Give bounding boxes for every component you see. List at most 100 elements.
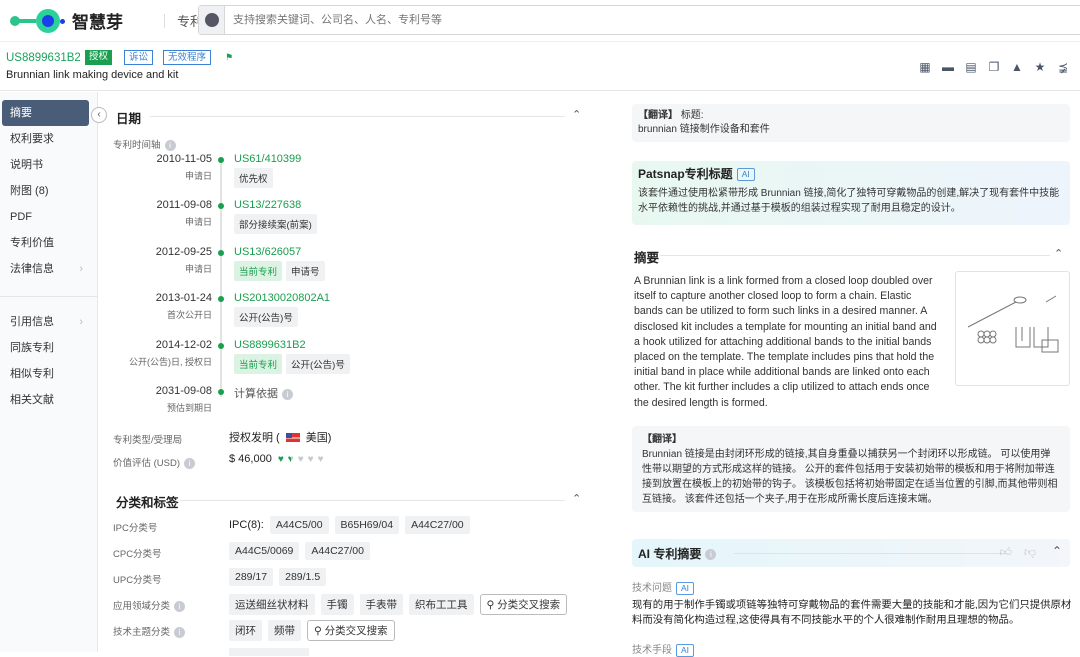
info-icon[interactable]: i xyxy=(705,549,717,561)
patent-header: US8899631B2 授权 诉讼 无效程序 ⚑ Brunnian link m… xyxy=(0,44,1080,91)
info-icon[interactable]: i xyxy=(174,600,186,612)
patent-title: Brunnian link making device and kit xyxy=(6,69,179,81)
collapse-icon[interactable]: ⌃ xyxy=(572,108,581,121)
timeline-number-link[interactable]: US13/227638 xyxy=(234,199,301,211)
sidebar-item-abstract[interactable]: 摘要 xyxy=(2,100,89,126)
value-estimate: $ 46,000 ♥ ♥ ♥ ♥ ♥ xyxy=(229,453,324,465)
pdf-download-icon[interactable]: ▦ xyxy=(918,60,932,74)
info-icon[interactable]: i xyxy=(164,139,176,151)
label: 价值评估 (USD) xyxy=(113,458,181,469)
folder-icon[interactable]: ▬ xyxy=(941,60,955,74)
compare-icon[interactable]: ❐ xyxy=(987,60,1001,74)
sidebar: 摘要 权利要求 说明书 附图 (8) PDF 专利价值 法律信息 › 引用信息 › … xyxy=(0,92,98,652)
timeline-dot xyxy=(218,203,224,210)
sidebar-item-figures[interactable]: 附图 (8) xyxy=(2,178,89,204)
timeline-date-type: 申请日 xyxy=(184,171,212,181)
timeline-number-link[interactable]: US13/626057 xyxy=(234,246,301,258)
title-translation: 【翻译】 标题: brunnian 链接制作设备和套件 xyxy=(632,104,1070,142)
us-flag-icon xyxy=(285,432,300,442)
timeline-line xyxy=(220,160,222,397)
sidebar-item-pdf[interactable]: PDF xyxy=(2,204,89,230)
export-icon[interactable]: ▲ xyxy=(1010,60,1024,74)
star-icon[interactable]: ★ xyxy=(1033,60,1047,74)
sidebar-item-family[interactable]: 同族专利 xyxy=(2,335,89,361)
tech-tag[interactable]: 频带 xyxy=(268,620,301,641)
abstract-figure[interactable] xyxy=(955,271,1070,386)
cpc-tag[interactable]: A44C27/00 xyxy=(305,542,370,560)
app-tag[interactable]: 手镯 xyxy=(320,594,354,615)
value-rating: ♥ ♥ ♥ ♥ ♥ xyxy=(278,454,324,465)
info-icon[interactable]: i xyxy=(282,388,293,400)
app-tag[interactable]: 手表带 xyxy=(359,594,403,615)
timeline-date: 2014-12-02 xyxy=(155,338,212,351)
top-bar: 智慧芽 专利 xyxy=(0,0,1080,42)
label: 分类交叉搜索 xyxy=(324,625,388,637)
ai-summary-header: AI 专利摘要 i 👍︎ 👎︎ ⌃ xyxy=(632,539,1070,567)
timeline-date: 2010-11-05 xyxy=(156,153,212,165)
upc-tag[interactable]: 289/17 xyxy=(229,568,274,586)
label: 技术主题分类 xyxy=(113,627,171,638)
patent-type-value: 授权发明 (美国) xyxy=(229,429,331,445)
cross-search-button[interactable]: ⚲ 分类交叉搜索 xyxy=(479,594,568,615)
search-icon: ⚲ xyxy=(314,625,325,637)
ipc-tag[interactable]: A44C27/00 xyxy=(405,516,470,534)
tech-tag[interactable]: 闭环 xyxy=(229,620,262,641)
info-icon[interactable]: i xyxy=(184,457,196,469)
timeline-number-link[interactable]: US8899631B2 xyxy=(234,339,306,351)
ipc-tag[interactable]: A44C5/00 xyxy=(269,516,329,534)
brand-logo[interactable]: 智慧芽 xyxy=(10,8,160,33)
cpc-tag[interactable]: A44C5/0069 xyxy=(229,542,300,560)
value-amount: $ 46,000 xyxy=(229,453,272,465)
collapse-icon[interactable]: ⌃ xyxy=(1052,544,1062,558)
timeline-date-type: 预估到期日 xyxy=(166,403,212,413)
timeline-tags: 当前专利 公开(公告)号 xyxy=(234,353,350,374)
app-field-row: 运送细丝状材料 手镯 手表带 织布工工具 ⚲ 分类交叉搜索 xyxy=(229,594,568,615)
timeline-number-link[interactable]: US61/410399 xyxy=(234,153,301,165)
cross-search-button[interactable]: ⚲ 分类交叉搜索 xyxy=(307,620,395,641)
search-input[interactable] xyxy=(233,14,833,26)
section-classification-title: 分类和标签 xyxy=(116,496,179,510)
sidebar-item-legal[interactable]: 法律信息 › xyxy=(2,256,89,282)
search-bar xyxy=(198,5,1080,35)
ai-title-card: Patsnap专利标题 AI 该套件通过使用松紧带形成 Brunnian 链接,简… xyxy=(632,161,1070,225)
label: 分类交叉搜索 xyxy=(497,599,561,611)
translated-abstract: Brunnian 链接是由封闭环形成的链接,其自身重叠以捕获另一个封闭环以形成链… xyxy=(642,449,1058,505)
abstract-title: 摘要 xyxy=(634,251,660,265)
label: Patsnap专利标题 xyxy=(638,167,733,181)
current-patent-tag: 当前专利 xyxy=(234,260,283,281)
sidebar-item-claims[interactable]: 权利要求 xyxy=(2,126,89,152)
tech-topic-label: 技术主题分类 i xyxy=(113,624,186,638)
sidebar-item-description[interactable]: 说明书 xyxy=(2,152,89,178)
upc-tag[interactable]: 289/1.5 xyxy=(279,568,327,586)
divider xyxy=(150,116,565,117)
type: 授权发明 ( xyxy=(229,432,280,444)
info-icon[interactable]: i xyxy=(174,626,186,638)
collapse-icon[interactable]: ⌃ xyxy=(572,492,581,505)
sidebar-item-value[interactable]: 专利价值 xyxy=(2,230,89,256)
app-tag[interactable]: 织布工工具 xyxy=(409,594,474,615)
collapse-icon[interactable]: ⌃ xyxy=(1054,247,1063,260)
label: 标题: xyxy=(680,110,704,121)
chevron-right-icon: › xyxy=(79,263,83,275)
ai-badge: AI xyxy=(676,581,695,595)
sidebar-item-similar[interactable]: 相似专利 xyxy=(2,361,89,387)
thumbs-up-icon[interactable]: 👍︎ xyxy=(999,545,1012,560)
share-icon[interactable]: ⪵ xyxy=(1056,60,1070,74)
sidebar-item-literature[interactable]: 相关文献 xyxy=(2,387,89,413)
report-icon[interactable]: ▤ xyxy=(964,60,978,74)
flag-icon[interactable]: ⚑ xyxy=(225,52,233,63)
globe-icon[interactable] xyxy=(199,6,225,34)
patent-number[interactable]: US8899631B2 xyxy=(6,52,81,64)
label: 【翻译】 xyxy=(642,434,682,445)
timeline-number-link[interactable]: US20130020802A1 xyxy=(234,292,330,304)
thumbs-down-icon[interactable]: 👎︎ xyxy=(1024,545,1036,560)
sidebar-item-citations[interactable]: 引用信息 › xyxy=(2,309,89,335)
ipc-tag[interactable]: B65H69/04 xyxy=(334,516,400,534)
app-tag[interactable]: 运送细丝状材料 xyxy=(229,594,315,615)
app-field-label: 应用领域分类 i xyxy=(113,598,186,612)
ai-badge: AI xyxy=(676,643,695,657)
badge-litigation[interactable]: 诉讼 xyxy=(124,50,154,65)
badge-invalidation[interactable]: 无效程序 xyxy=(163,50,212,65)
timeline-date-type: 公开(公告)日, 授权日 xyxy=(129,356,212,367)
divider xyxy=(0,296,97,297)
